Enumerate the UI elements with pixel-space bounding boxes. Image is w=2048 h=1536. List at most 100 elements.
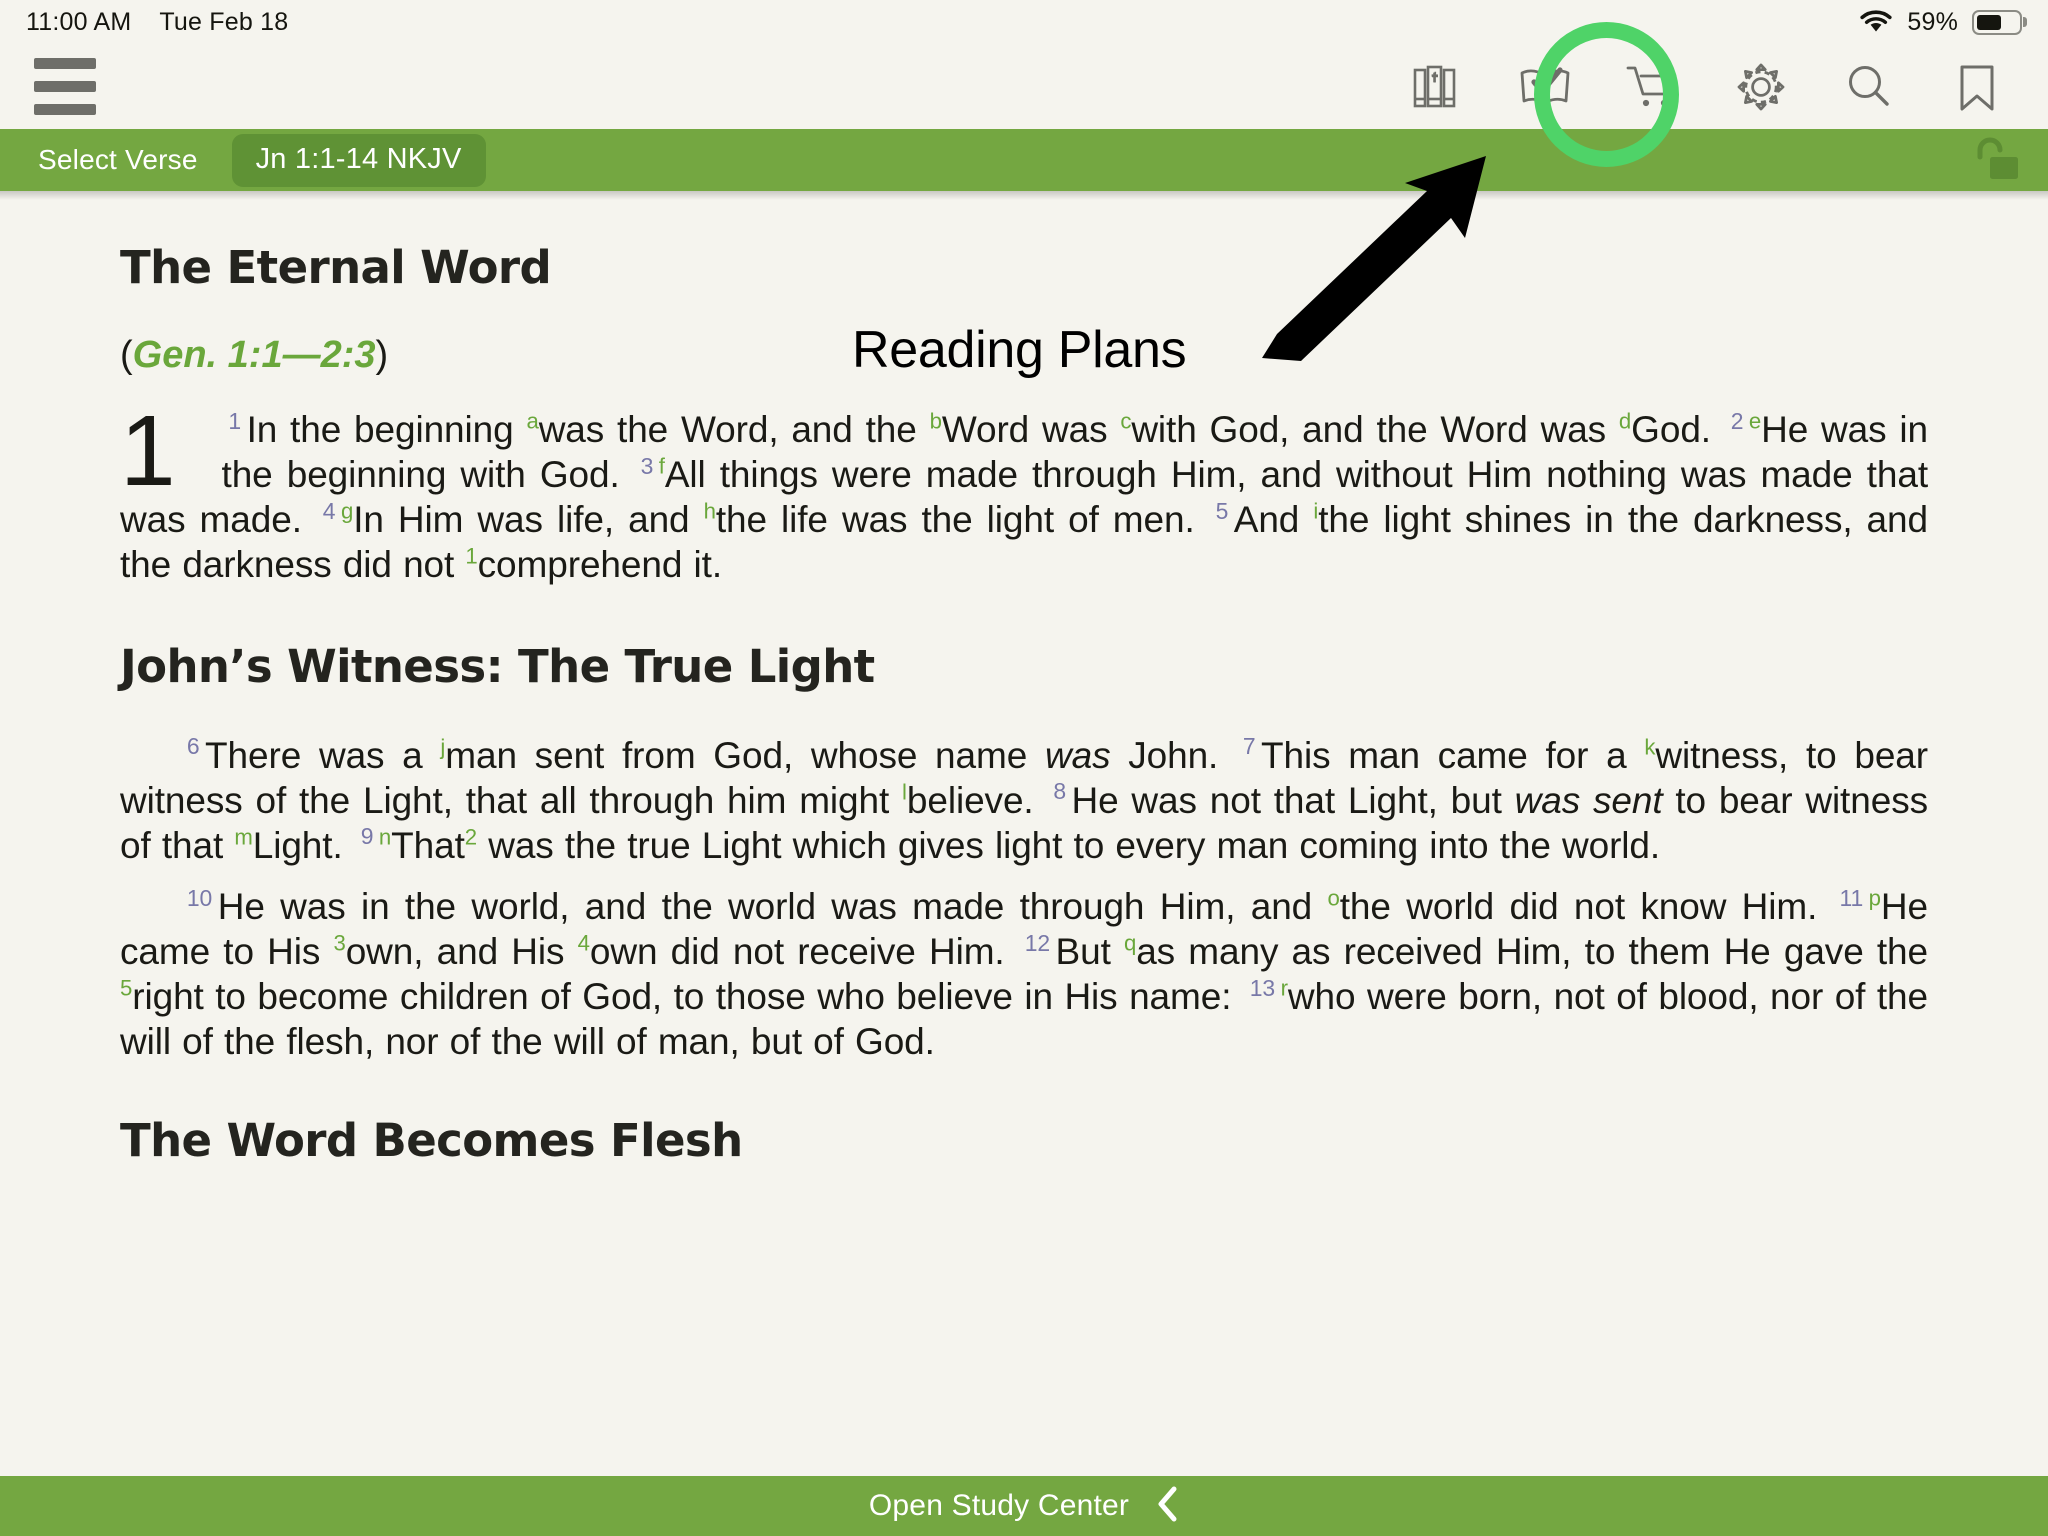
footnote-marker[interactable]: a	[526, 409, 538, 434]
scripture-text: the world did not know Him.	[1339, 885, 1833, 927]
emphasis-text: was	[1044, 734, 1111, 776]
footnote-marker[interactable]: p	[1869, 886, 1881, 911]
verse-number[interactable]: 4	[316, 498, 341, 524]
footnote-marker[interactable]: 2	[465, 824, 477, 849]
footnote-marker[interactable]: o	[1328, 886, 1340, 911]
paren-close: )	[375, 334, 389, 376]
section-heading-word-becomes-flesh: The Word Becomes Flesh	[120, 1114, 743, 1168]
scripture-text: He was in the world, and the world was m…	[217, 885, 1328, 927]
verse-number[interactable]: 11	[1833, 885, 1869, 911]
status-bar-left: 11:00 AM Tue Feb 18	[26, 8, 288, 37]
verse-reference-pill[interactable]: Jn 1:1-14 NKJV	[231, 133, 486, 187]
footnote-marker[interactable]: e	[1749, 409, 1761, 434]
verse-number[interactable]: 10	[180, 885, 218, 911]
verse-selection-bar: Select Verse Jn 1:1-14 NKJV	[0, 129, 2048, 191]
footnote-marker[interactable]: 4	[578, 931, 590, 956]
scripture-text: own, and His	[345, 931, 578, 972]
bible-reader-app: 11:00 AM Tue Feb 18 59% Select Verse Jn …	[0, 0, 2048, 1536]
footnote-marker[interactable]: d	[1619, 409, 1631, 434]
status-bar: 11:00 AM Tue Feb 18 59%	[0, 0, 2048, 44]
chevron-left-icon	[1155, 1485, 1179, 1528]
verse-bar-shadow	[0, 191, 2048, 200]
settings-gear-icon[interactable]	[1730, 56, 1792, 118]
verse-number[interactable]: 13	[1243, 975, 1281, 1001]
scripture-text: Word was	[941, 409, 1121, 450]
scripture-text: This man came for a	[1261, 734, 1645, 776]
scripture-text: God.	[1631, 409, 1724, 450]
scripture-text: In Him was life, and	[353, 499, 704, 541]
hamburger-menu-icon[interactable]	[26, 57, 102, 117]
scripture-text: as many as received Him, to them He gave…	[1136, 931, 1929, 972]
bookmark-icon[interactable]	[1946, 56, 2008, 118]
footnote-marker[interactable]: 1	[465, 544, 477, 569]
scripture-text: In the beginning	[246, 409, 527, 450]
scripture-text: Light.	[252, 824, 354, 866]
scripture-text: man sent from God, whose name	[445, 734, 1045, 776]
footnote-marker[interactable]: b	[930, 409, 942, 434]
scripture-text: There was a	[205, 734, 441, 776]
verse-number[interactable]: 5	[1209, 498, 1234, 524]
toolbar-icon-group	[1406, 56, 2022, 118]
status-date: Tue Feb 18	[159, 7, 289, 36]
scripture-text: own did not receive Him.	[589, 931, 1018, 972]
wifi-icon	[1859, 10, 1893, 34]
status-bar-right: 59%	[1859, 8, 2022, 37]
scripture-text: was the Word, and the	[538, 409, 930, 450]
scripture-text: was the true Light which gives light to …	[477, 824, 1661, 866]
footnote-marker[interactable]: c	[1120, 409, 1131, 434]
paragraph-verses-10-13: 10 He was in the world, and the world was…	[120, 884, 1928, 1065]
footnote-marker[interactable]: 5	[120, 976, 132, 1001]
scripture-text: John.	[1110, 734, 1236, 776]
footnote-marker[interactable]: q	[1124, 931, 1136, 956]
footnote-marker[interactable]: m	[234, 824, 252, 849]
scripture-text: with God, and the Word was	[1131, 409, 1619, 450]
reading-plans-icon[interactable]	[1514, 56, 1576, 118]
unlock-icon[interactable]	[1962, 133, 2022, 187]
section-heading-eternal-word: The Eternal Word	[120, 241, 552, 294]
verse-number[interactable]: 7	[1236, 733, 1261, 759]
cross-reference-link[interactable]: Gen. 1:1—2:3	[133, 334, 376, 376]
footnote-marker[interactable]: g	[341, 499, 353, 524]
scripture-text: the life was the light of men.	[715, 499, 1209, 541]
scripture-content: The Eternal Word (Gen. 1:1—2:3) 1 1 In the…	[0, 191, 2048, 1476]
scripture-text: He was not that Light, but	[1071, 779, 1515, 821]
battery-percent-label: 59%	[1907, 7, 1958, 36]
paren-open: (	[120, 334, 133, 376]
scripture-text: comprehend it.	[477, 544, 723, 586]
footnote-marker[interactable]: k	[1644, 734, 1655, 759]
annotation-label: Reading Plans	[852, 321, 1187, 379]
scripture-text: But	[1055, 931, 1124, 972]
scripture-text: And	[1233, 499, 1314, 541]
open-study-center-button[interactable]: Open Study Center	[0, 1476, 2048, 1536]
verse-number[interactable]: 1	[222, 408, 247, 434]
search-icon[interactable]	[1838, 56, 1900, 118]
footnote-marker[interactable]: n	[379, 824, 391, 849]
footnote-marker[interactable]: h	[704, 499, 716, 524]
store-cart-icon[interactable]	[1622, 56, 1684, 118]
paragraph-verses-1-5: 1 1 In the beginning awas the Word, and th…	[120, 395, 1928, 588]
verse-number[interactable]: 2	[1724, 408, 1749, 434]
arrow-up-right-icon	[1262, 156, 1486, 361]
verse-text: 6 There was a jman sent from God, whose n…	[120, 733, 1928, 866]
footnote-marker[interactable]: 3	[333, 931, 345, 956]
verse-number[interactable]: 9	[354, 823, 379, 849]
verse-number[interactable]: 8	[1046, 778, 1071, 804]
verse-number[interactable]: 6	[180, 733, 205, 759]
scripture-text: believe.	[906, 779, 1047, 821]
scripture-text: right to become children of God, to thos…	[132, 976, 1243, 1018]
chapter-number: 1	[120, 395, 176, 507]
paragraph-verses-6-9: 6 There was a jman sent from God, whose n…	[120, 733, 1928, 868]
select-verse-button[interactable]: Select Verse	[26, 144, 210, 176]
verse-number[interactable]: 3	[634, 453, 659, 479]
scripture-text: That	[391, 824, 465, 866]
status-time: 11:00 AM	[26, 7, 132, 36]
footnote-marker[interactable]: r	[1281, 976, 1288, 1001]
section-heading-johns-witness: John’s Witness: The True Light	[120, 639, 875, 693]
open-study-center-label: Open Study Center	[868, 1489, 1130, 1522]
battery-icon	[1972, 9, 2022, 35]
verse-text: 10 He was in the world, and the world was…	[120, 885, 1929, 1063]
verse-number[interactable]: 12	[1018, 930, 1056, 956]
top-toolbar	[0, 44, 2048, 129]
verse-text: 1 In the beginning awas the Word, and the…	[120, 408, 1928, 586]
library-icon[interactable]	[1406, 56, 1468, 118]
